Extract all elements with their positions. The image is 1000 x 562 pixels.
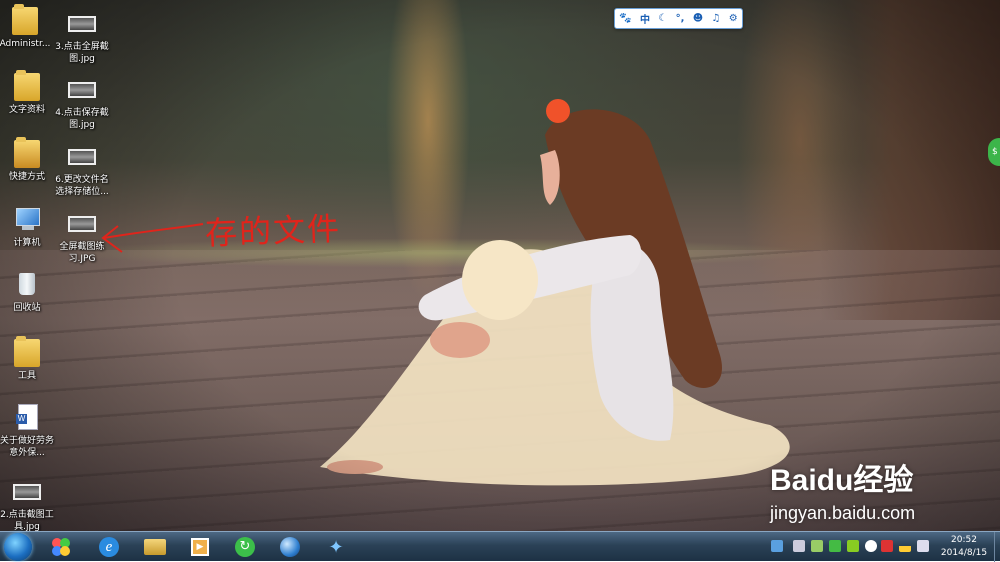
folder-icon xyxy=(14,336,40,367)
wallpaper-vignette xyxy=(0,0,1000,531)
ime-mode-label[interactable]: 中 xyxy=(640,11,650,26)
paw-icon[interactable]: 🐾 xyxy=(619,13,631,24)
desktop-icon-screenshot-tool-jpg[interactable]: 2.点击截图工具.jpg xyxy=(0,478,57,533)
start-orb-icon[interactable] xyxy=(4,533,32,561)
ime-tray-icon[interactable] xyxy=(771,540,783,552)
desktop-icon-label: 4.点击保存截图.jpg xyxy=(55,108,109,130)
desktop-icon-label: 2.点击截图工具.jpg xyxy=(0,510,54,532)
action-center-icon[interactable] xyxy=(793,540,805,552)
image-thumbnail-icon xyxy=(68,149,96,165)
desktop-icon-fullscreen-capture-jpg[interactable]: 3.点击全屏截图.jpg xyxy=(52,10,112,65)
mic-icon[interactable]: ♫ xyxy=(711,13,720,24)
media-player-icon[interactable]: ▶ xyxy=(183,534,217,560)
refresh-app-icon[interactable]: ↻ xyxy=(228,534,262,560)
taskbar-clock[interactable]: 20:52 2014/8/15 xyxy=(936,534,992,560)
image-thumbnail-icon xyxy=(68,216,96,232)
desktop-icon-administrator[interactable]: Administr... xyxy=(0,4,55,50)
annotation-arrow xyxy=(101,223,204,253)
signal-icon[interactable] xyxy=(899,540,911,552)
clock-time: 20:52 xyxy=(951,535,977,545)
taskbar: e ▶ ↻ ✦ 20:52 2014/8/15 xyxy=(0,531,1000,562)
desktop-icon-tools[interactable]: 工具 xyxy=(0,336,57,382)
baidu-watermark: Baidu经验 jingyan.baidu.com xyxy=(770,455,970,524)
watermark-url: jingyan.baidu.com xyxy=(770,503,916,523)
floating-side-widget[interactable]: $ xyxy=(988,138,1000,166)
desktop-icon-save-capture-jpg[interactable]: 4.点击保存截图.jpg xyxy=(52,76,112,131)
nvidia-icon[interactable] xyxy=(847,540,859,552)
word-document-icon: W xyxy=(14,404,40,432)
flag-icon[interactable] xyxy=(881,540,893,552)
desktop-icon-label: Administr... xyxy=(0,39,51,49)
bird-app-icon[interactable]: ✦ xyxy=(319,534,353,560)
image-thumbnail-icon xyxy=(68,82,96,98)
watermark-logo: Baidu经验 xyxy=(770,464,914,497)
desktop-icon-label: 计算机 xyxy=(13,238,41,248)
desktop-icon-shortcuts[interactable]: 快捷方式 xyxy=(0,137,57,183)
desktop-icon-word-doc[interactable]: W 关于做好劳务意外保... xyxy=(0,404,57,459)
annotation-text: 存的文件 xyxy=(204,209,342,253)
folder-icon xyxy=(14,137,40,168)
desktop-icon-label: 回收站 xyxy=(13,303,41,313)
desktop-icon-text-docs[interactable]: 文字资料 xyxy=(0,70,57,116)
user-icon[interactable]: ☻ xyxy=(693,13,703,24)
moon-icon[interactable]: ☾ xyxy=(658,13,667,24)
gear-icon[interactable]: ⚙ xyxy=(729,13,738,24)
network-app-icon[interactable] xyxy=(811,540,823,552)
user-folder-icon xyxy=(12,4,38,35)
desktop-icon-computer[interactable]: 计算机 xyxy=(0,206,57,249)
security-icon[interactable] xyxy=(829,540,841,552)
show-desktop-button[interactable] xyxy=(994,532,1000,562)
recycle-bin-icon xyxy=(14,271,40,299)
desktop-wallpaper xyxy=(0,0,1000,531)
folder-icon xyxy=(14,70,40,101)
desktop-icon-label: 关于做好劳务意外保... xyxy=(0,436,54,458)
desktop-icon-label: 快捷方式 xyxy=(8,172,45,182)
punctuation-icon[interactable]: °, xyxy=(676,13,685,24)
bluetooth-icon[interactable] xyxy=(865,540,877,552)
file-explorer-icon[interactable] xyxy=(138,534,172,560)
app-flower-icon[interactable] xyxy=(44,534,78,560)
desktop-icon-label: 文字资料 xyxy=(8,105,45,115)
internet-explorer-icon[interactable]: e xyxy=(92,534,126,560)
desktop-icon-label: 6.更改文件名选择存储位... xyxy=(55,175,109,197)
desktop-icon-rename-file-jpg[interactable]: 6.更改文件名选择存储位... xyxy=(52,143,112,198)
image-thumbnail-icon xyxy=(68,16,96,32)
image-thumbnail-icon xyxy=(13,484,41,500)
desktop-icon-recycle-bin[interactable]: 回收站 xyxy=(0,271,57,314)
app-sphere-icon[interactable] xyxy=(273,534,307,560)
clock-date: 2014/8/15 xyxy=(940,548,988,558)
ime-toolbar[interactable]: 🐾 中 ☾ °, ☻ ♫ ⚙ xyxy=(614,8,743,29)
volume-icon[interactable] xyxy=(917,540,929,552)
desktop-icon-label: 工具 xyxy=(17,371,36,381)
computer-icon xyxy=(14,206,40,234)
system-tray xyxy=(765,532,935,562)
desktop-icon-label: 3.点击全屏截图.jpg xyxy=(55,42,109,64)
